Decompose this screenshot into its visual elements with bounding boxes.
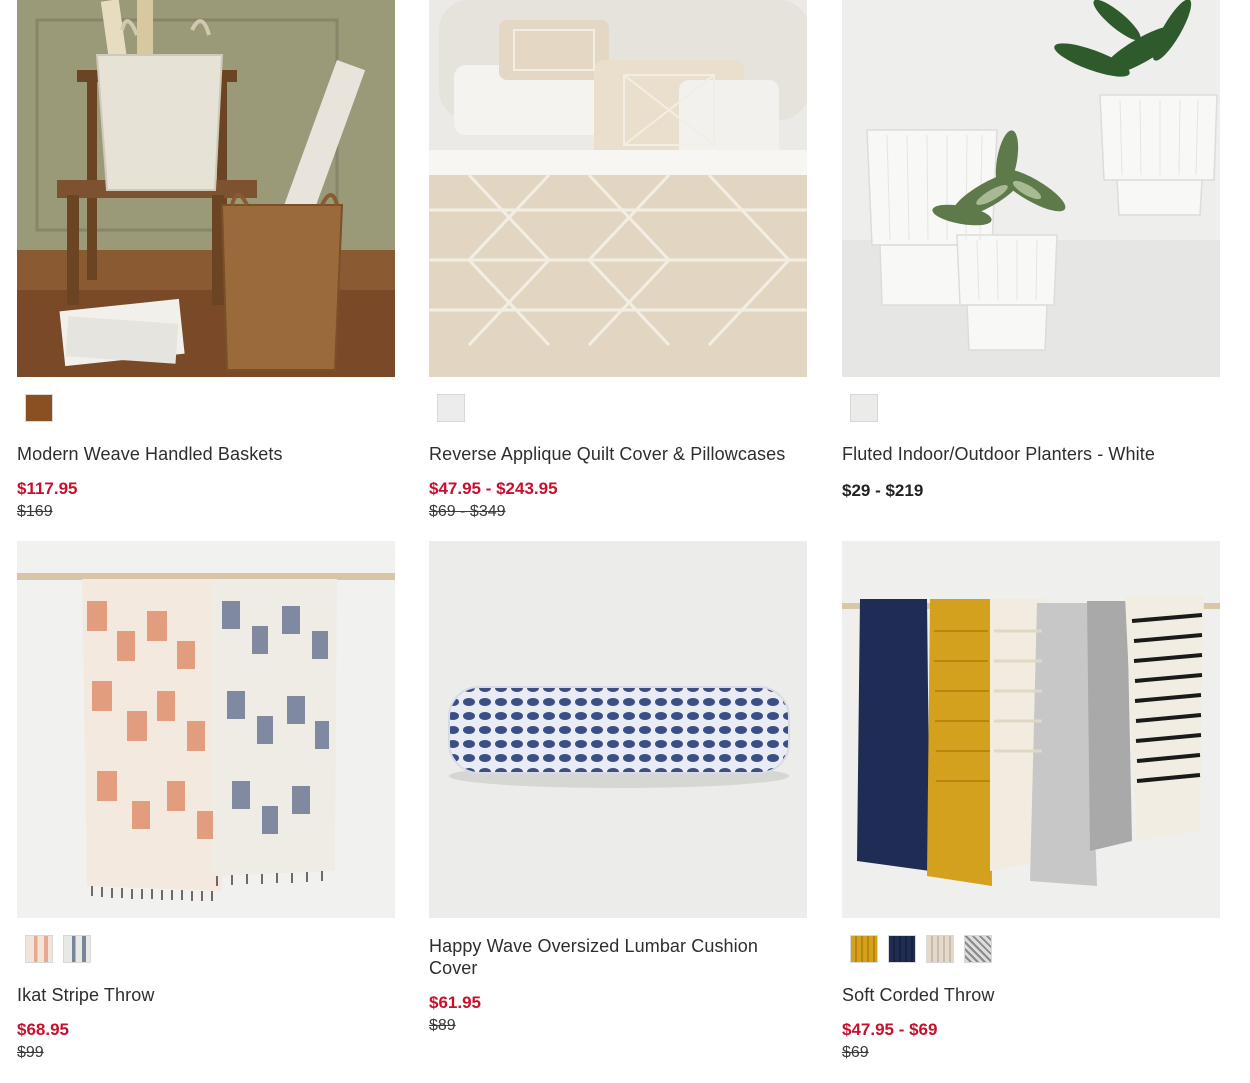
product-name[interactable]: Modern Weave Handled Baskets	[17, 443, 283, 465]
sale-price: $68.95	[17, 1020, 69, 1039]
sale-price: $47.95 - $243.95	[429, 479, 558, 498]
product-image-quilt-bed[interactable]	[429, 0, 807, 377]
sale-price: $117.95	[17, 479, 78, 498]
product-card-soft-corded-throw[interactable]: Soft Corded Throw $47.95 - $69 $69	[842, 541, 1220, 1061]
product-name[interactable]: Fluted Indoor/Outdoor Planters - White	[842, 443, 1155, 465]
product-card-fluted-planters[interactable]: Fluted Indoor/Outdoor Planters - White $…	[842, 0, 1220, 500]
product-card-modern-weave-baskets[interactable]: Modern Weave Handled Baskets $117.95 $16…	[17, 0, 395, 520]
product-name[interactable]: Happy Wave Oversized Lumbar Cushion Cove…	[429, 935, 789, 979]
sale-price: $47.95 - $69	[842, 1020, 938, 1039]
original-price: $99	[17, 1044, 44, 1061]
price: $29 - $219	[842, 481, 924, 500]
product-image-woven-baskets[interactable]	[17, 0, 395, 377]
product-card-reverse-applique-quilt[interactable]: Reverse Applique Quilt Cover & Pillowcas…	[429, 0, 807, 520]
swatch-color[interactable]	[25, 935, 53, 963]
swatch-color[interactable]	[850, 394, 878, 422]
swatch-color[interactable]	[437, 394, 465, 422]
product-card-ikat-stripe-throw[interactable]: Ikat Stripe Throw $68.95 $99	[17, 541, 395, 1061]
product-image-corded-throws[interactable]	[842, 541, 1220, 918]
original-price: $169	[17, 503, 53, 520]
swatch-color[interactable]	[888, 935, 916, 963]
product-name[interactable]: Ikat Stripe Throw	[17, 984, 154, 1006]
product-image-white-planters[interactable]	[842, 0, 1220, 377]
swatch-color[interactable]	[25, 394, 53, 422]
product-name[interactable]: Reverse Applique Quilt Cover & Pillowcas…	[429, 443, 785, 465]
product-name[interactable]: Soft Corded Throw	[842, 984, 994, 1006]
product-card-happy-wave-lumbar-cushion[interactable]: Happy Wave Oversized Lumbar Cushion Cove…	[429, 541, 807, 1034]
swatch-color[interactable]	[964, 935, 992, 963]
original-price: $89	[429, 1017, 456, 1034]
swatch-color[interactable]	[926, 935, 954, 963]
swatch-color[interactable]	[850, 935, 878, 963]
sale-price: $61.95	[429, 993, 481, 1012]
swatch-color[interactable]	[63, 935, 91, 963]
product-image-ikat-throws[interactable]	[17, 541, 395, 918]
product-image-lumbar-cushion[interactable]	[429, 541, 807, 918]
original-price: $69 - $349	[429, 503, 506, 520]
original-price: $69	[842, 1044, 869, 1061]
